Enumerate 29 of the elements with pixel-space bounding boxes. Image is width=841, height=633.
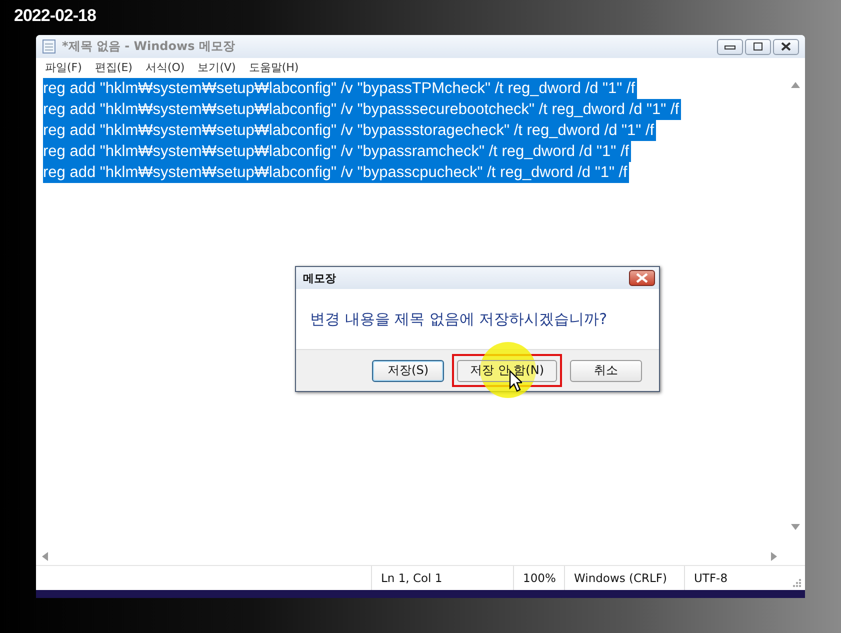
dialog-title: 메모장 xyxy=(303,270,336,286)
close-icon xyxy=(780,42,792,51)
resize-grip-icon[interactable] xyxy=(791,577,801,587)
dialog-message: 변경 내용을 제목 없음에 저장하시겠습니까? xyxy=(310,310,608,328)
scroll-right-icon[interactable] xyxy=(771,552,777,561)
dialog-button[interactable]: 저장(S) xyxy=(372,360,444,382)
maximize-button[interactable] xyxy=(745,38,771,54)
status-text: Windows (CRLF) xyxy=(574,571,668,585)
dialog-button[interactable]: 취소 xyxy=(570,360,642,382)
status-text: 100% xyxy=(523,571,556,585)
close-icon xyxy=(635,273,649,283)
minimize-button[interactable] xyxy=(717,38,743,54)
minimize-icon xyxy=(724,42,736,50)
scroll-down-icon[interactable] xyxy=(790,524,800,530)
close-button[interactable] xyxy=(629,270,655,286)
status-text: UTF-8 xyxy=(694,571,728,585)
menu-item[interactable]: 서식(O) xyxy=(145,60,185,74)
status-text: Ln 1, Col 1 xyxy=(381,571,442,585)
scroll-left-icon[interactable] xyxy=(42,552,48,561)
date-label: 2022-02-18 xyxy=(14,6,96,26)
window-title: *제목 없음 - Windows 메모장 xyxy=(62,38,236,55)
scroll-up-icon[interactable] xyxy=(790,82,800,88)
menu-item[interactable]: 편집(E) xyxy=(94,60,132,74)
notepad-icon xyxy=(42,39,57,54)
menu-item[interactable]: 보기(V) xyxy=(198,60,236,74)
menu-item[interactable]: 파일(F) xyxy=(45,60,82,74)
maximize-icon xyxy=(752,42,764,51)
close-button[interactable] xyxy=(773,38,799,54)
menu-item[interactable]: 도움말(H) xyxy=(248,60,299,74)
